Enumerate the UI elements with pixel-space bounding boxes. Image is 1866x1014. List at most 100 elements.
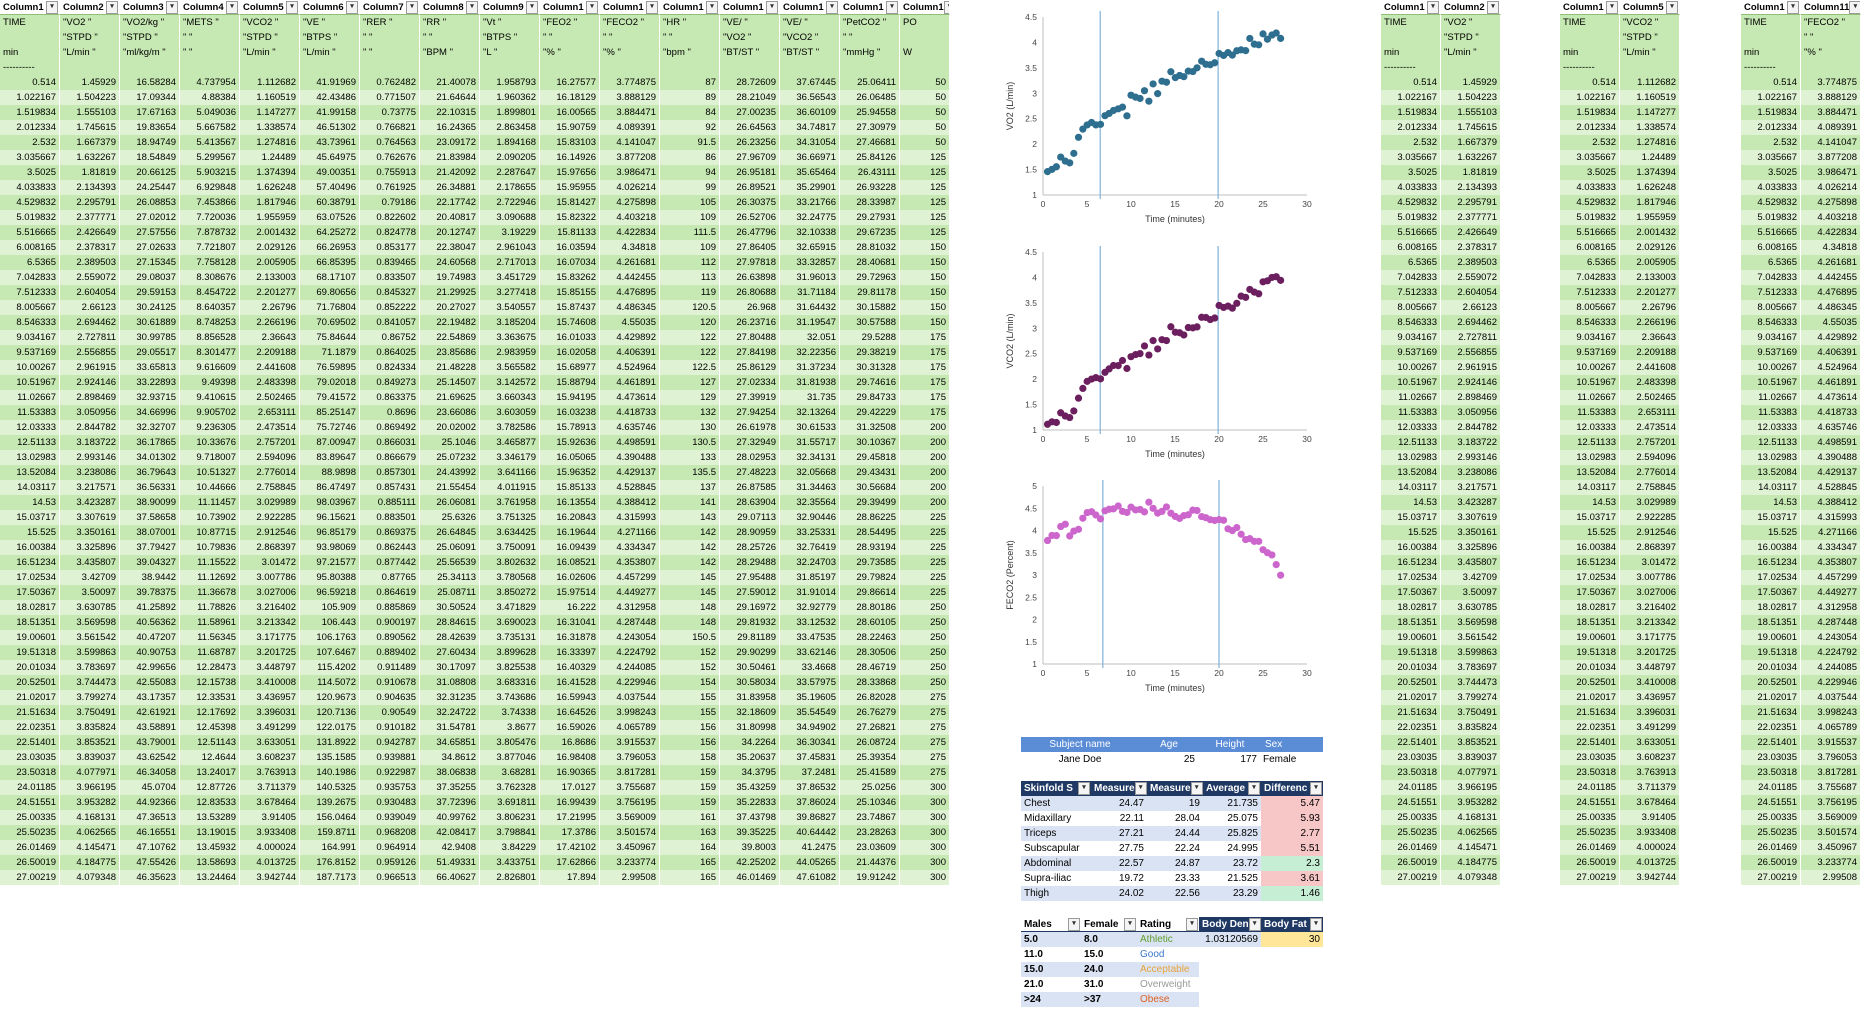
table-cell[interactable]: 106.1763 [300,630,360,645]
table-cell[interactable]: 16.03238 [540,405,600,420]
rating-label[interactable]: Athletic [1137,932,1199,947]
table-cell[interactable]: 50 [900,90,950,105]
table-cell[interactable]: 28.84615 [420,615,480,630]
table-cell[interactable]: 27.48223 [720,465,780,480]
table-cell[interactable]: 4.390488 [1801,450,1861,465]
table-cell[interactable]: 10.51967 [0,375,60,390]
table-cell[interactable]: 1.274816 [240,135,300,150]
table-cell[interactable]: 4.261681 [600,255,660,270]
table-cell[interactable]: 0.833507 [360,270,420,285]
table-cell[interactable]: 11.56345 [180,630,240,645]
table-cell[interactable]: 50 [900,120,950,135]
table-cell[interactable]: 27.59012 [720,585,780,600]
table-cell[interactable]: 4.473614 [600,390,660,405]
separator-cell[interactable] [1441,60,1501,75]
table-cell[interactable]: 17.02534 [1560,570,1620,585]
table-cell[interactable]: 20.27027 [420,300,480,315]
table-cell[interactable]: 3.798841 [480,825,540,840]
table-cell[interactable]: 7.720036 [180,210,240,225]
table-cell[interactable]: 0.904635 [360,690,420,705]
table-cell[interactable]: 3.850272 [480,585,540,600]
table-cell[interactable]: 16.27577 [540,75,600,90]
separator-cell[interactable] [660,60,720,75]
table-cell[interactable]: 26.30375 [720,195,780,210]
table-cell[interactable]: 17.42102 [540,840,600,855]
table-cell[interactable]: 28.60105 [840,615,900,630]
table-cell[interactable]: 1.555103 [1441,105,1501,120]
table-cell[interactable]: 10.00267 [1381,360,1441,375]
table-cell[interactable]: 145 [660,570,720,585]
table-cell[interactable]: 25.84126 [840,150,900,165]
table-cell[interactable]: 3.68281 [480,765,540,780]
meta-cell[interactable]: min [1381,45,1441,60]
table-cell[interactable]: 21.02017 [0,690,60,705]
table-cell[interactable]: 4.037544 [600,690,660,705]
table-cell[interactable]: 3.84229 [480,840,540,855]
table-cell[interactable]: 2.029126 [1620,240,1680,255]
table-cell[interactable]: 27.26821 [840,720,900,735]
table-cell[interactable]: 1.24489 [240,150,300,165]
table-cell[interactable]: 28.80186 [840,600,900,615]
table-cell[interactable]: 33.65813 [120,360,180,375]
table-cell[interactable]: 4.88384 [180,90,240,105]
table-cell[interactable]: 60.38791 [300,195,360,210]
table-cell[interactable]: 4.013725 [240,855,300,870]
table-cell[interactable]: 37.67445 [780,75,840,90]
table-cell[interactable]: 11.53383 [1741,405,1801,420]
table-cell[interactable]: 29.27931 [840,210,900,225]
table-cell[interactable]: 0.766821 [360,120,420,135]
table-cell[interactable]: 152 [660,645,720,660]
table-cell[interactable]: 3.877208 [600,150,660,165]
table-cell[interactable]: 125 [900,150,950,165]
table-cell[interactable]: 22.10315 [420,105,480,120]
table-cell[interactable]: 29.90299 [720,645,780,660]
table-cell[interactable]: 33.25331 [780,525,840,540]
table-cell[interactable]: 16.59026 [540,720,600,735]
table-cell[interactable]: 3.007786 [1620,570,1680,585]
table-cell[interactable]: 3.501574 [1801,825,1861,840]
table-cell[interactable]: 50 [900,135,950,150]
table-cell[interactable]: 15.87437 [540,300,600,315]
table-cell[interactable]: 31.32508 [840,420,900,435]
table-cell[interactable]: 3.825538 [480,660,540,675]
table-cell[interactable]: 24.01185 [1560,780,1620,795]
table-cell[interactable]: 3.213342 [240,615,300,630]
table-cell[interactable]: 19.00601 [1741,630,1801,645]
filter-dropdown-icon[interactable]: ▾ [286,0,298,14]
rating-value[interactable]: >37 [1081,992,1137,1007]
table-cell[interactable]: 1.504223 [60,90,120,105]
table-cell[interactable]: 1.45929 [60,75,120,90]
table-cell[interactable]: 2.826801 [480,870,540,885]
table-cell[interactable]: 4.422834 [600,225,660,240]
table-cell[interactable]: 26.23716 [720,315,780,330]
table-cell[interactable]: 3.561542 [1441,630,1501,645]
table-cell[interactable]: 3.050956 [60,405,120,420]
separator-cell[interactable] [480,60,540,75]
table-cell[interactable]: 37.86532 [780,780,840,795]
table-cell[interactable]: 2.776014 [240,465,300,480]
table-cell[interactable]: 12.83533 [180,795,240,810]
table-cell[interactable]: 19.51318 [0,645,60,660]
table-cell[interactable]: 38.06838 [420,765,480,780]
table-cell[interactable]: 0.514 [1381,75,1441,90]
table-cell[interactable]: 175 [900,375,950,390]
table-cell[interactable]: 0.514 [1560,75,1620,90]
table-cell[interactable]: 17.02534 [1381,570,1441,585]
column-header[interactable]: Column1▾ [900,0,950,15]
table-cell[interactable]: 4.406391 [1801,345,1861,360]
rating-label[interactable]: Obese [1137,992,1199,1007]
table-cell[interactable]: 0.771507 [360,90,420,105]
table-cell[interactable]: 2.604054 [60,285,120,300]
table-cell[interactable]: 35.22833 [720,795,780,810]
table-cell[interactable]: 3.839037 [60,750,120,765]
skinfold-value[interactable]: 1.46 [1261,886,1323,901]
table-cell[interactable]: 21.48228 [420,360,480,375]
table-cell[interactable]: 33.12532 [780,615,840,630]
rating-value[interactable]: 5.0 [1021,932,1081,947]
meta-cell[interactable]: "STPD " [240,30,300,45]
table-cell[interactable]: 25.10346 [840,795,900,810]
table-cell[interactable]: 3.090688 [480,210,540,225]
table-cell[interactable]: 23.50318 [0,765,60,780]
table-cell[interactable]: 17.3786 [540,825,600,840]
table-cell[interactable]: 5.019832 [0,210,60,225]
